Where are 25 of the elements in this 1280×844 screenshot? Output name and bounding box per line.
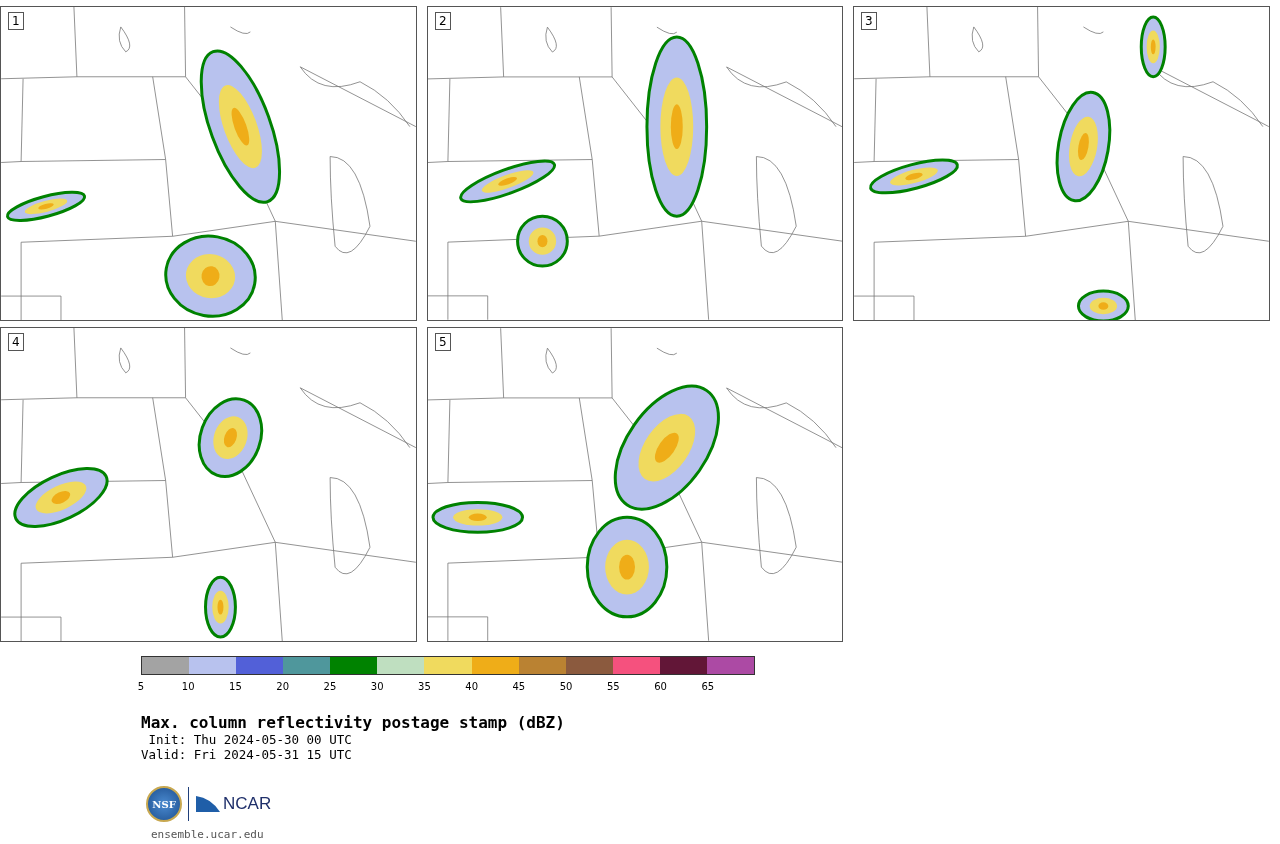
init-time: Init: Thu 2024-05-30 00 UTC xyxy=(147,732,353,747)
logo-wordmark: NCAR xyxy=(223,794,272,814)
panel-number: 5 xyxy=(435,333,451,351)
tick-label: 15 xyxy=(229,681,242,692)
tick-label: 55 xyxy=(607,681,620,692)
tick-label: 25 xyxy=(323,681,337,692)
tick-label: 50 xyxy=(559,681,573,692)
chart-title: Max. column reflectivity postage stamp (dBZ) xyxy=(141,713,566,732)
tick-label: 35 xyxy=(418,681,431,692)
tick-label: 30 xyxy=(370,681,384,692)
tick-label: 40 xyxy=(465,681,478,692)
site-url: ensemble.ucar.edu xyxy=(151,828,265,841)
tick-label: 45 xyxy=(512,681,526,692)
tick-label: 60 xyxy=(654,681,667,692)
panel-number: 4 xyxy=(8,333,24,351)
tick-label: 10 xyxy=(181,681,195,692)
seal-logo: NSF xyxy=(146,786,182,822)
valid-time: Valid: Fri 2024-05-31 15 UTC xyxy=(141,747,353,762)
panel-number: 3 xyxy=(861,12,877,30)
tick-label: 5 xyxy=(137,681,145,692)
tick-label: 20 xyxy=(276,681,290,692)
swoosh-icon xyxy=(195,794,221,814)
panel-number: 2 xyxy=(435,12,451,30)
panel-number: 1 xyxy=(8,12,24,30)
tick-label: 65 xyxy=(701,681,715,692)
